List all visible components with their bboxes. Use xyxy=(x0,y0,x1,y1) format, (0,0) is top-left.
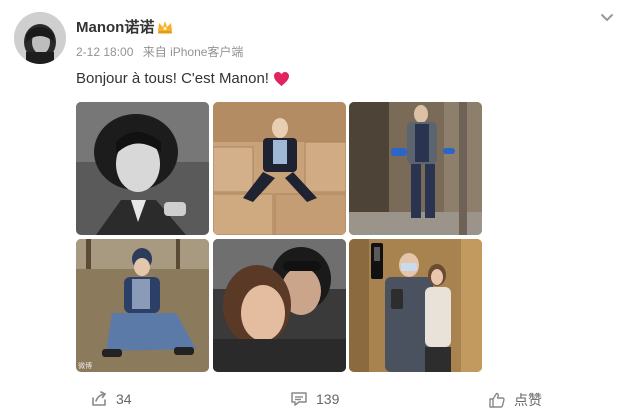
post-image-2[interactable] xyxy=(212,102,346,235)
thumbs-up-icon xyxy=(489,392,505,408)
post-image-1[interactable] xyxy=(76,102,209,235)
post-text: Bonjour à tous! C'est Manon! xyxy=(76,70,269,87)
avatar-image xyxy=(14,12,66,64)
post-image-3[interactable] xyxy=(349,102,482,235)
like-button[interactable]: 点赞 xyxy=(488,390,542,410)
avatar[interactable] xyxy=(14,12,66,64)
post-image-6[interactable] xyxy=(349,239,482,372)
repost-count: 34 xyxy=(116,391,132,407)
like-label: 点赞 xyxy=(514,392,542,408)
weibo-post-card: Manon诺诺 2-12 18:00 来自 iPhone客户端 Bonjour … xyxy=(0,0,628,413)
action-bar: 34 139 点赞 xyxy=(0,384,628,413)
boxes-scene-image xyxy=(212,102,346,235)
couple-image xyxy=(212,239,346,372)
share-icon xyxy=(92,391,106,406)
comment-count: 139 xyxy=(316,391,340,407)
image-watermark: 微博 xyxy=(78,363,92,370)
park-image xyxy=(76,239,209,372)
post-text-row: Bonjour à tous! C'est Manon! xyxy=(76,70,290,87)
post-meta: 2-12 18:00 来自 iPhone客户端 xyxy=(76,43,249,60)
post-date[interactable]: 2-12 18:00 xyxy=(76,45,133,59)
heart-icon xyxy=(273,71,290,87)
crown-icon xyxy=(156,19,174,35)
author-name[interactable]: Manon诺诺 xyxy=(76,16,154,37)
image-grid: 微博 xyxy=(76,102,482,372)
post-image-5[interactable] xyxy=(212,239,346,372)
elevator-image xyxy=(349,239,482,372)
chevron-down-icon[interactable] xyxy=(598,9,616,27)
street-image xyxy=(349,102,482,235)
author-name-row: Manon诺诺 xyxy=(76,16,174,37)
repost-button[interactable]: 34 xyxy=(90,390,132,408)
post-image-4[interactable]: 微博 xyxy=(76,239,209,372)
comment-button[interactable]: 139 xyxy=(290,390,339,408)
bw-portrait-image xyxy=(76,102,209,235)
comment-icon xyxy=(291,392,307,406)
post-source: 来自 iPhone客户端 xyxy=(142,45,244,59)
